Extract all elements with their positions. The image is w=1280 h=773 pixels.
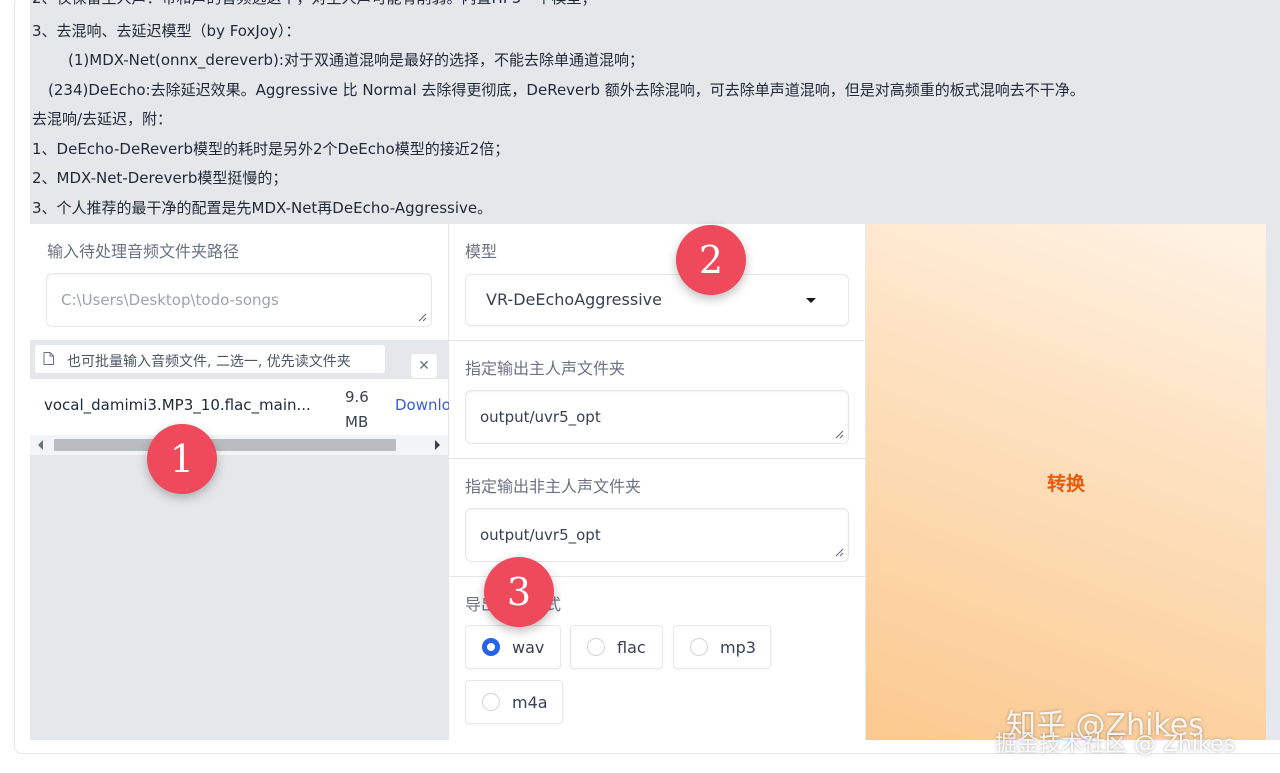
resize-handle-icon[interactable] [834, 547, 844, 557]
annotation-marker-2: 2 [676, 225, 746, 295]
note-line: 3、去混响、去延迟模型（by FoxJoy）： [32, 22, 301, 40]
input-folder-field[interactable]: C:\Users\Desktop\todo-songs [46, 273, 432, 327]
file-icon [43, 352, 54, 365]
output-vocal-value: output/uvr5_opt [480, 408, 601, 426]
output-vocal-section: 指定输出主人声文件夹 output/uvr5_opt [449, 341, 865, 459]
radio-flac[interactable]: flac [570, 625, 663, 669]
note-line: 2、仅保留主人声：带和声的音频选这个，对主人声可能有削弱。内置HP5一个模型； [32, 0, 596, 8]
radio-label: flac [617, 638, 646, 657]
radio-unchecked-icon [482, 693, 500, 711]
radio-label: wav [512, 638, 545, 657]
file-size: 9.6 MB [345, 388, 369, 431]
radio-label: mp3 [720, 638, 756, 657]
radio-m4a[interactable]: m4a [465, 680, 563, 724]
note-line: 1、DeEcho-DeReverb模型的耗时是另外2个DeEcho模型的接近2倍… [32, 140, 510, 158]
scroll-right-arrow-icon[interactable] [435, 440, 440, 450]
radio-label: m4a [512, 693, 548, 712]
convert-button-label: 转换 [1046, 473, 1085, 495]
input-folder-block: 输入待处理音频文件夹路径 C:\Users\Desktop\todo-songs [30, 224, 448, 340]
horizontal-scrollbar[interactable] [30, 435, 448, 455]
model-selected-value: VR-DeEchoAggressive [486, 290, 662, 309]
batch-upload-label: 也可批量输入音频文件, 二选一, 优先读文件夹 [67, 354, 351, 370]
radio-unchecked-icon [587, 638, 605, 656]
annotation-marker-1: 1 [147, 424, 217, 494]
convert-button[interactable]: 转换 [866, 224, 1266, 740]
output-vocal-label: 指定输出主人声文件夹 [465, 359, 626, 378]
note-line: 3、个人推荐的最干净的配置是先MDX-Net再DeEcho-Aggressive… [32, 199, 493, 217]
scroll-thumb[interactable] [54, 439, 396, 451]
radio-mp3[interactable]: mp3 [673, 625, 771, 669]
note-line: 去混响/去延迟，附： [32, 110, 173, 128]
resize-handle-icon[interactable] [834, 429, 844, 439]
close-icon: ✕ [418, 358, 430, 374]
instructions-text: 2、仅保留主人声：带和声的音频选这个，对主人声可能有削弱。内置HP5一个模型； … [30, 0, 1280, 224]
file-list-item: vocal_damimi3.MP3_10.flac_main... 9.6 MB… [30, 379, 470, 435]
model-section: 模型 VR-DeEchoAggressive [449, 224, 865, 341]
output-other-label: 指定输出非主人声文件夹 [465, 477, 642, 496]
clear-files-button[interactable]: ✕ [410, 353, 438, 379]
annotation-marker-3: 3 [484, 557, 554, 627]
note-line: (234)DeEcho:去除延迟效果。Aggressive 比 Normal 去… [48, 81, 1085, 99]
output-other-value: output/uvr5_opt [480, 526, 601, 544]
output-vocal-field[interactable]: output/uvr5_opt [465, 390, 849, 444]
output-other-field[interactable]: output/uvr5_opt [465, 508, 849, 562]
model-dropdown[interactable]: VR-DeEchoAggressive [465, 274, 849, 326]
input-folder-label: 输入待处理音频文件夹路径 [47, 242, 240, 261]
chevron-down-icon [806, 298, 816, 303]
resize-handle-icon[interactable] [417, 312, 427, 322]
watermark-juejin: 掘金技术社区 @ Zhikes [995, 732, 1236, 757]
settings-panel: 模型 VR-DeEchoAggressive 指定输出主人声文件夹 output… [449, 224, 865, 740]
input-folder-placeholder: C:\Users\Desktop\todo-songs [61, 291, 279, 309]
batch-upload-header: 也可批量输入音频文件, 二选一, 优先读文件夹 [34, 344, 386, 374]
input-panel: 输入待处理音频文件夹路径 C:\Users\Desktop\todo-songs… [30, 224, 470, 740]
model-label: 模型 [465, 242, 498, 261]
note-line: 2、MDX-Net-Dereverb模型挺慢的； [32, 169, 288, 187]
scroll-left-arrow-icon[interactable] [38, 440, 43, 450]
radio-wav[interactable]: wav [465, 625, 561, 669]
radio-unchecked-icon [690, 638, 708, 656]
radio-checked-icon [482, 638, 500, 656]
main-area: 输入待处理音频文件夹路径 C:\Users\Desktop\todo-songs… [30, 224, 1280, 740]
file-name: vocal_damimi3.MP3_10.flac_main... [44, 396, 311, 414]
note-line: (1)MDX-Net(onnx_dereverb):对于双通道混响是最好的选择，… [68, 51, 644, 69]
